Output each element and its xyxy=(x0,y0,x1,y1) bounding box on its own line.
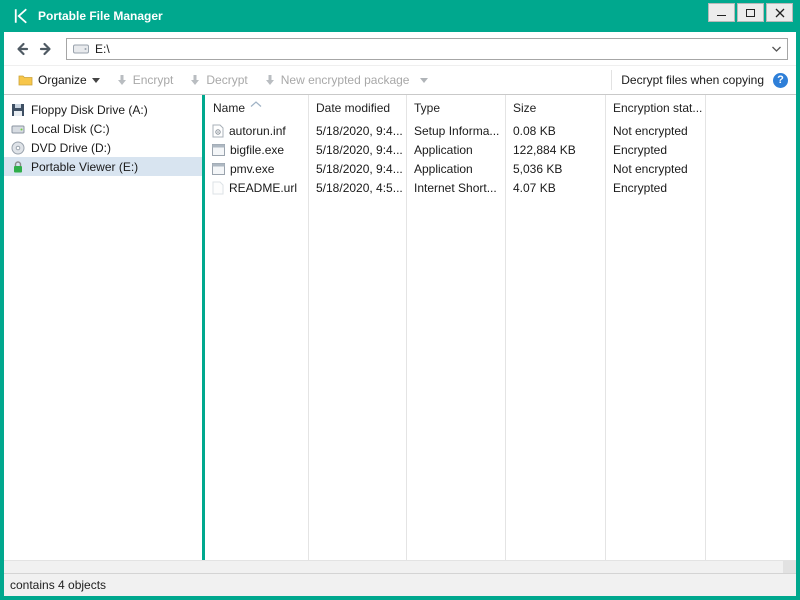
drive-icon xyxy=(73,44,89,53)
file-name-cell: README.url xyxy=(205,181,308,195)
toolbar: Organize Encrypt Decrypt New encrypted p… xyxy=(4,66,796,95)
sidebar-item-label: Floppy Disk Drive (A:) xyxy=(31,102,148,117)
application-file-icon xyxy=(212,143,225,156)
file-date: 5/18/2020, 9:4... xyxy=(316,142,403,157)
encrypted-drive-lock-icon xyxy=(14,160,22,172)
caret-down-icon xyxy=(91,77,100,83)
organize-button[interactable]: Organize xyxy=(10,68,108,92)
file-name-cell: pmv.exe xyxy=(205,162,308,176)
close-button[interactable] xyxy=(766,3,793,22)
maximize-icon xyxy=(746,8,755,17)
column-header-size[interactable]: Size xyxy=(505,101,605,115)
main-content: Floppy Disk Drive (A:) Local Disk (C:) D… xyxy=(4,95,796,560)
file-row-autorun-inf[interactable]: autorun.inf 5/18/2020, 9:4... Setup Info… xyxy=(205,121,796,140)
sort-ascending-icon xyxy=(250,96,262,110)
file-type: Application xyxy=(414,161,473,176)
help-icon[interactable]: ? xyxy=(773,72,788,88)
file-encryption-status: Not encrypted xyxy=(613,123,688,138)
new-encrypted-package-label: New encrypted package xyxy=(280,73,410,87)
scrollbar-corner xyxy=(783,561,796,573)
arrow-down-icon xyxy=(117,75,126,85)
setup-information-file-icon xyxy=(212,124,224,137)
file-name-cell: autorun.inf xyxy=(205,124,308,138)
organize-label: Organize xyxy=(38,73,87,87)
file-size: 0.08 KB xyxy=(513,123,556,138)
file-encryption-status: Encrypted xyxy=(613,180,668,195)
new-encrypted-package-button[interactable]: New encrypted package xyxy=(256,68,437,92)
file-type: Application xyxy=(414,142,473,157)
encrypt-button[interactable]: Encrypt xyxy=(108,68,182,92)
horizontal-scrollbar[interactable] xyxy=(4,560,796,573)
file-type: Setup Informa... xyxy=(414,123,500,138)
maximize-button[interactable] xyxy=(737,3,764,22)
decrypt-when-copying-label: Decrypt files when copying xyxy=(621,73,764,87)
sidebar-item-floppy-drive-a[interactable]: Floppy Disk Drive (A:) xyxy=(4,100,202,119)
file-row-pmv-exe[interactable]: pmv.exe 5/18/2020, 9:4... Application 5,… xyxy=(205,159,796,178)
internet-shortcut-file-icon xyxy=(212,181,224,194)
navigation-bar: E:\ xyxy=(4,32,796,66)
file-name: README.url xyxy=(229,180,298,195)
application-file-icon xyxy=(212,162,225,175)
file-date: 5/18/2020, 4:5... xyxy=(316,180,403,195)
address-bar[interactable]: E:\ xyxy=(66,37,788,60)
sidebar-item-dvd-drive-d[interactable]: DVD Drive (D:) xyxy=(4,138,202,157)
file-size: 4.07 KB xyxy=(513,180,556,195)
drive-tree-sidebar: Floppy Disk Drive (A:) Local Disk (C:) D… xyxy=(4,95,202,560)
toolbar-divider xyxy=(611,70,613,90)
caret-down-icon xyxy=(420,77,429,83)
status-text: contains 4 objects xyxy=(10,578,107,592)
decrypt-label: Decrypt xyxy=(206,73,248,87)
file-row-bigfile-exe[interactable]: bigfile.exe 5/18/2020, 9:4... Applicatio… xyxy=(205,140,796,159)
close-icon xyxy=(775,8,784,17)
address-path: E:\ xyxy=(95,41,110,56)
toolbar-right-group: Decrypt files when copying ? xyxy=(611,70,788,90)
hard-disk-icon xyxy=(11,125,25,133)
dvd-disc-icon xyxy=(11,141,25,154)
file-name: pmv.exe xyxy=(230,161,275,176)
file-list-panel: Name Date modified Type Size Encryption … xyxy=(205,95,796,560)
file-encryption-status: Not encrypted xyxy=(613,161,688,176)
back-button[interactable] xyxy=(10,37,34,61)
minimize-icon xyxy=(717,15,726,16)
file-name: autorun.inf xyxy=(229,123,286,138)
file-row-readme-url[interactable]: README.url 5/18/2020, 4:5... Internet Sh… xyxy=(205,178,796,197)
file-encryption-status: Encrypted xyxy=(613,142,668,157)
sidebar-item-portable-viewer-e[interactable]: Portable Viewer (E:) xyxy=(4,157,202,176)
decrypt-button[interactable]: Decrypt xyxy=(181,68,255,92)
file-date: 5/18/2020, 9:4... xyxy=(316,123,403,138)
sidebar-item-label: Local Disk (C:) xyxy=(31,121,110,136)
status-bar: contains 4 objects xyxy=(4,573,796,596)
file-name: bigfile.exe xyxy=(230,142,285,157)
chevron-down-icon[interactable] xyxy=(772,46,781,52)
window-title: Portable File Manager xyxy=(38,9,163,23)
window-controls xyxy=(708,3,793,22)
file-date: 5/18/2020, 9:4... xyxy=(316,161,403,176)
kaspersky-logo-icon xyxy=(12,7,30,25)
arrow-down-icon xyxy=(191,75,200,85)
file-type: Internet Short... xyxy=(414,180,497,195)
arrow-right-icon xyxy=(39,42,51,55)
file-size: 122,884 KB xyxy=(513,142,576,157)
file-name-cell: bigfile.exe xyxy=(205,143,308,157)
encrypt-label: Encrypt xyxy=(132,73,174,87)
forward-button[interactable] xyxy=(34,37,58,61)
folder-icon xyxy=(18,75,33,86)
sidebar-item-label: DVD Drive (D:) xyxy=(31,140,111,155)
floppy-disk-icon xyxy=(12,103,24,116)
column-header-encryption-status[interactable]: Encryption stat... xyxy=(605,101,705,115)
column-header-type[interactable]: Type xyxy=(406,101,505,115)
arrow-down-icon xyxy=(265,75,274,85)
file-size: 5,036 KB xyxy=(513,161,563,176)
minimize-button[interactable] xyxy=(708,3,735,22)
sidebar-item-label: Portable Viewer (E:) xyxy=(31,159,139,174)
sidebar-item-local-disk-c[interactable]: Local Disk (C:) xyxy=(4,119,202,138)
column-header-date-modified[interactable]: Date modified xyxy=(308,101,406,115)
arrow-left-icon xyxy=(17,42,29,55)
file-list-header: Name Date modified Type Size Encryption … xyxy=(205,95,796,121)
portable-file-manager-window: Portable File Manager E:\ Organize Encry… xyxy=(0,0,800,600)
title-bar: Portable File Manager xyxy=(4,0,796,32)
